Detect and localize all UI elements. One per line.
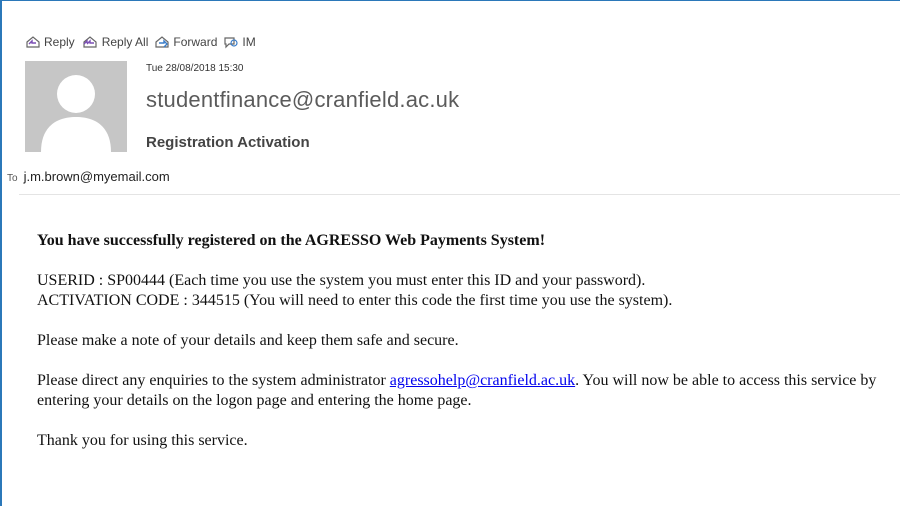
reply-label: Reply bbox=[44, 35, 75, 49]
person-icon bbox=[41, 75, 111, 152]
reply-button[interactable]: Reply bbox=[25, 35, 75, 49]
note-line: Please make a note of your details and k… bbox=[37, 332, 459, 349]
forward-icon bbox=[155, 36, 169, 48]
sender-avatar bbox=[25, 61, 127, 152]
sender-address[interactable]: studentfinance@cranfield.ac.uk bbox=[146, 87, 459, 113]
message-subject: Registration Activation bbox=[146, 134, 310, 151]
reply-all-label: Reply All bbox=[101, 35, 149, 49]
im-label: IM bbox=[242, 35, 256, 49]
userid-line: USERID : SP00444 (Each time you use the … bbox=[37, 272, 646, 289]
header-divider bbox=[19, 194, 900, 195]
activation-line: ACTIVATION CODE : 344515 (You will need … bbox=[37, 292, 673, 309]
sent-date: Tue 28/08/2018 15:30 bbox=[146, 63, 244, 74]
reply-icon bbox=[26, 36, 40, 48]
thanks-line: Thank you for using this service. bbox=[37, 432, 248, 449]
im-icon bbox=[224, 37, 238, 49]
message-toolbar: Reply Reply All Forward IM bbox=[25, 33, 262, 51]
admin-email-link[interactable]: agressohelp@cranfield.ac.uk bbox=[390, 372, 575, 389]
forward-label: Forward bbox=[173, 35, 218, 49]
recipient-address[interactable]: j.m.brown@myemail.com bbox=[24, 169, 170, 184]
enquiries-prefix: Please direct any enquiries to the syste… bbox=[37, 372, 390, 389]
enquiries-paragraph: Please direct any enquiries to the syste… bbox=[37, 371, 887, 411]
to-label: To bbox=[7, 173, 18, 184]
reply-all-icon bbox=[83, 36, 97, 48]
im-button[interactable]: IM bbox=[223, 35, 256, 49]
body-heading: You have successfully registered on the … bbox=[37, 232, 546, 249]
message-body: You have successfully registered on the … bbox=[37, 231, 887, 451]
reply-all-button[interactable]: Reply All bbox=[81, 35, 149, 49]
recipient-row: To j.m.brown@myemail.com bbox=[7, 169, 170, 184]
forward-button[interactable]: Forward bbox=[154, 35, 217, 49]
reading-pane: Reply Reply All Forward IM Tue 28/08/201… bbox=[0, 0, 900, 506]
